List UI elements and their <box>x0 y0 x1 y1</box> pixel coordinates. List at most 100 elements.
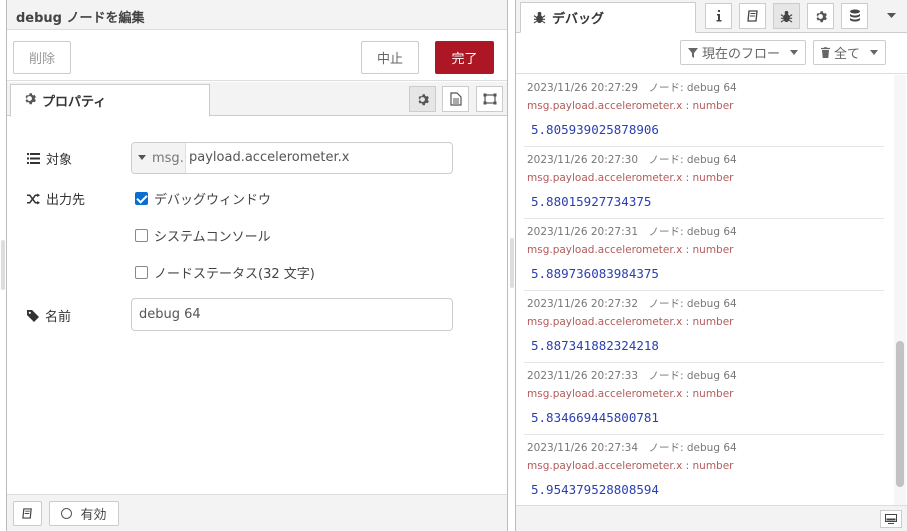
target-label-row: 対象 <box>27 149 72 168</box>
clear-messages-dropdown[interactable]: 全て <box>813 40 887 65</box>
caret-down-icon <box>886 13 896 18</box>
debug-filter-bar: 現在のフロー 全て <box>516 34 907 74</box>
tray-footer: 有効 <box>7 494 507 531</box>
debug-message[interactable]: 2023/11/26 20:27:32 ノード: debug 64 msg.pa… <box>524 291 884 363</box>
message-path[interactable]: msg.payload.accelerometer.x : number <box>527 172 733 184</box>
file-icon <box>449 92 462 106</box>
node-red-editor: debug ノードを編集 削除 中止 完了 プロパティ 対象 msg. payl… <box>0 0 907 531</box>
message-value: 5.88015927734375 <box>531 194 652 209</box>
gear-icon <box>23 92 36 109</box>
debug-message[interactable]: 2023/11/26 20:27:33 ノード: debug 64 msg.pa… <box>524 363 884 435</box>
target-label: 対象 <box>46 153 73 168</box>
filter-icon <box>688 47 698 58</box>
tab-debug[interactable]: デバッグ <box>520 2 696 33</box>
cancel-button[interactable]: 中止 <box>361 41 419 74</box>
tab-description-icon[interactable] <box>442 86 469 112</box>
caret-down-icon <box>138 155 146 160</box>
message-list-scrollbar[interactable] <box>894 75 906 505</box>
enabled-label: 有効 <box>80 508 107 523</box>
left-resize-handle[interactable] <box>1 240 5 290</box>
output-label: 出力先 <box>46 193 86 208</box>
debug-message[interactable]: 2023/11/26 20:27:30 ノード: debug 64 msg.pa… <box>524 147 884 219</box>
node-status-label: ノードステータス(32 文字) <box>154 267 315 282</box>
debug-message[interactable]: 2023/11/26 20:27:29 ノード: debug 64 msg.pa… <box>524 75 884 147</box>
node-status-checkbox[interactable] <box>135 266 148 279</box>
message-value: 5.887341882324218 <box>531 338 659 353</box>
message-path[interactable]: msg.payload.accelerometer.x : number <box>527 460 733 472</box>
tray-header: debug ノードを編集 <box>7 0 507 30</box>
message-path[interactable]: msg.payload.accelerometer.x : number <box>527 388 733 400</box>
message-path[interactable]: msg.payload.accelerometer.x : number <box>527 316 733 328</box>
tray-tabbar: プロパティ <box>7 82 507 117</box>
message-meta: 2023/11/26 20:27:30 ノード: debug 64 <box>527 154 737 166</box>
message-path[interactable]: msg.payload.accelerometer.x : number <box>527 100 733 112</box>
system-console-checkbox[interactable] <box>135 229 148 242</box>
message-meta: 2023/11/26 20:27:34 ノード: debug 64 <box>527 442 737 454</box>
scrollbar-thumb[interactable] <box>896 341 904 487</box>
name-input[interactable]: debug 64 <box>131 298 453 331</box>
target-value[interactable]: payload.accelerometer.x <box>189 150 349 165</box>
sidebar-footer <box>516 505 907 531</box>
tray-toolbar: 削除 中止 完了 <box>7 31 507 81</box>
tab-config-button[interactable] <box>807 3 834 29</box>
gear-icon <box>418 93 429 105</box>
message-path[interactable]: msg.payload.accelerometer.x : number <box>527 244 733 256</box>
message-meta: 2023/11/26 20:27:32 ノード: debug 64 <box>527 298 737 310</box>
caret-down-icon <box>870 50 879 55</box>
bug-icon <box>780 10 793 23</box>
tab-debug-button[interactable] <box>773 3 800 29</box>
debug-window-checkbox[interactable] <box>135 192 148 205</box>
sidebar-menu-button[interactable] <box>878 3 904 29</box>
tab-debug-label: デバッグ <box>552 12 605 27</box>
debug-message-list[interactable]: 2023/11/26 20:27:29 ノード: debug 64 msg.pa… <box>524 75 884 505</box>
debug-sidebar: デバッグ 現在のフロー 全て 2023/11/26 20:27:29 ノード: … <box>515 0 907 531</box>
debug-window-label: デバッグウィンドウ <box>154 193 272 208</box>
target-typed-input[interactable]: msg. payload.accelerometer.x <box>131 142 453 174</box>
list-icon <box>27 153 40 164</box>
debug-message[interactable]: 2023/11/26 20:27:31 ノード: debug 64 msg.pa… <box>524 219 884 291</box>
output-label-row: 出力先 <box>27 189 85 208</box>
msg-type-selector[interactable]: msg. <box>132 143 186 173</box>
tab-settings-icon[interactable] <box>409 86 436 112</box>
tab-properties-label: プロパティ <box>42 95 107 110</box>
option-debug-window[interactable]: デバッグウィンドウ <box>135 189 271 208</box>
debug-message[interactable]: 2023/11/26 20:27:34 ノード: debug 64 msg.pa… <box>524 435 884 505</box>
tab-properties[interactable]: プロパティ <box>10 84 210 117</box>
node-appearance-icon <box>483 93 496 105</box>
circle-icon <box>61 508 73 519</box>
delete-button[interactable]: 削除 <box>13 41 71 74</box>
tab-appearance-icon[interactable] <box>476 86 503 112</box>
message-meta: 2023/11/26 20:27:31 ノード: debug 64 <box>527 226 737 238</box>
desktop-icon <box>885 514 897 524</box>
shuffle-icon <box>27 192 40 205</box>
filter-flow-label: 現在のフロー <box>702 47 781 62</box>
msg-prefix: msg. <box>152 150 184 166</box>
message-value: 5.834669445800781 <box>531 410 659 425</box>
open-debug-window-button[interactable] <box>880 510 902 528</box>
database-icon <box>849 9 860 22</box>
name-label-row: 名前 <box>27 306 71 325</box>
message-meta: 2023/11/26 20:27:29 ノード: debug 64 <box>527 82 737 94</box>
tab-info-button[interactable] <box>705 3 732 29</box>
filter-flow-dropdown[interactable]: 現在のフロー <box>680 40 807 65</box>
option-system-console[interactable]: システムコンソール <box>135 226 271 245</box>
option-node-status[interactable]: ノードステータス(32 文字) <box>135 263 315 282</box>
message-meta: 2023/11/26 20:27:33 ノード: debug 64 <box>527 370 737 382</box>
node-enabled-toggle[interactable]: 有効 <box>49 501 119 526</box>
done-button[interactable]: 完了 <box>435 41 494 74</box>
trash-icon <box>821 47 830 58</box>
book-icon <box>746 10 758 22</box>
tab-context-button[interactable] <box>841 3 868 29</box>
info-icon <box>716 10 721 22</box>
tag-icon <box>27 309 39 322</box>
tray-title: debug ノードを編集 <box>16 11 145 26</box>
node-help-button[interactable] <box>13 501 42 526</box>
sidebar-tabbar: デバッグ <box>516 0 907 33</box>
system-console-label: システムコンソール <box>154 230 271 245</box>
message-value: 5.954379528808594 <box>531 482 659 497</box>
sidebar-resize-handle[interactable] <box>510 238 514 288</box>
message-value: 5.889736083984375 <box>531 266 659 281</box>
message-value: 5.805939025878906 <box>531 122 659 137</box>
caret-down-icon <box>790 50 799 55</box>
tab-help-button[interactable] <box>739 3 766 29</box>
